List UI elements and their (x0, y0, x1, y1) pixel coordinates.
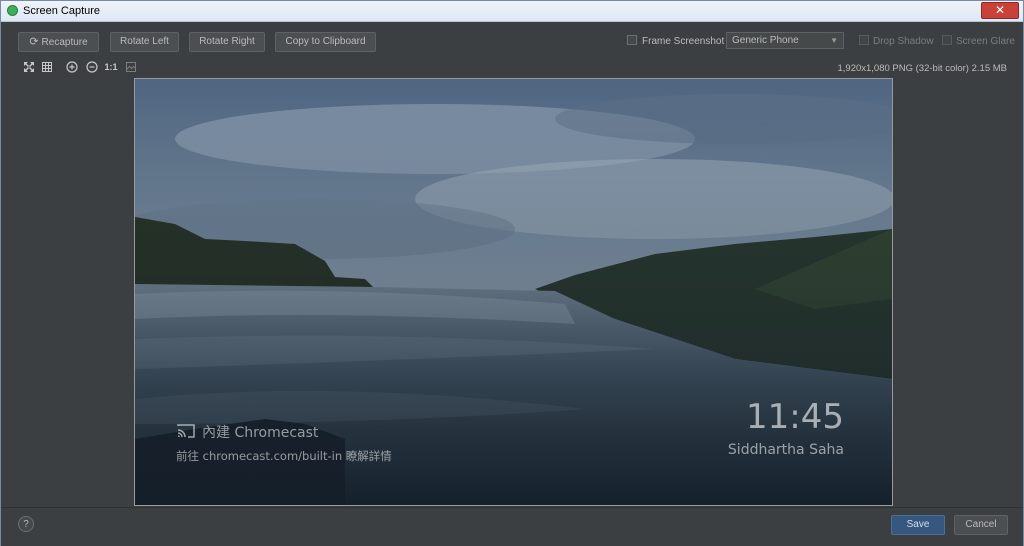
save-button[interactable]: Save (891, 515, 945, 535)
screen-glare-checkbox[interactable] (942, 35, 952, 45)
fit-screen-icon[interactable] (23, 61, 35, 73)
cast-icon (176, 423, 196, 443)
cancel-button[interactable]: Cancel (954, 515, 1008, 535)
grid-icon[interactable] (41, 61, 53, 73)
device-select[interactable]: Generic Phone ▼ (726, 32, 844, 49)
window-title: Screen Capture (23, 5, 101, 17)
drop-shadow-checkbox[interactable] (859, 35, 869, 45)
rotate-right-button[interactable]: Rotate Right (189, 32, 265, 52)
help-button[interactable]: ? (18, 516, 34, 532)
title-bar: Screen Capture ✕ (1, 1, 1023, 22)
drop-shadow-label: Drop Shadow (873, 36, 934, 47)
frame-screenshot-checkbox[interactable] (627, 35, 637, 45)
image-info: 1,920x1,080 PNG (32-bit color) 2.15 MB (837, 63, 1007, 74)
zoom-out-icon[interactable] (86, 61, 98, 73)
chevron-down-icon: ▼ (830, 36, 838, 45)
frame-screenshot-label: Frame Screenshot (642, 36, 725, 47)
cast-subtext: 前往 chromecast.com/built-in 瞭解詳情 (176, 449, 392, 463)
actual-size-button[interactable]: 1:1 (104, 61, 118, 73)
recapture-button[interactable]: ⟳ Recapture (18, 32, 99, 52)
screen-glare-label: Screen Glare (956, 36, 1015, 47)
cast-heading: 內建 Chromecast (176, 422, 318, 443)
rotate-left-button[interactable]: Rotate Left (110, 32, 179, 52)
refresh-icon: ⟳ (29, 36, 39, 48)
copy-to-clipboard-button[interactable]: Copy to Clipboard (275, 32, 376, 52)
footer-bar (1, 507, 1023, 546)
image-overlay-icon[interactable] (125, 61, 137, 73)
screen-capture-window: Screen Capture ✕ ⟳ Recapture Rotate Left … (0, 0, 1024, 546)
close-button[interactable]: ✕ (981, 2, 1019, 19)
photo-credit: Siddhartha Saha (727, 442, 844, 458)
app-icon (7, 5, 18, 16)
screenshot-preview: 內建 Chromecast 前往 chromecast.com/built-in… (134, 78, 893, 506)
clock-time: 11:45 (746, 397, 844, 437)
zoom-in-icon[interactable] (66, 61, 78, 73)
